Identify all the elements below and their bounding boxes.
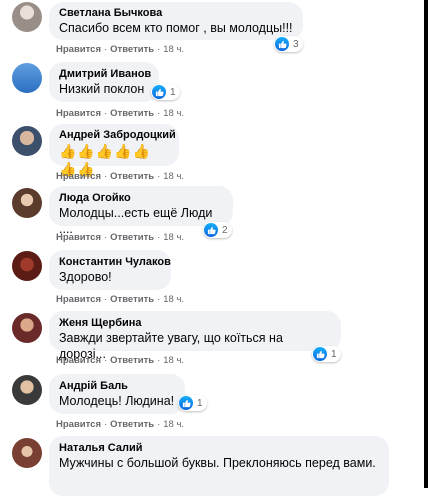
- comment-bubble: Женя Щербина Завжди звертайте увагу, що …: [49, 311, 341, 361]
- separator: ·: [157, 294, 161, 305]
- reply-link[interactable]: Ответить: [110, 232, 154, 243]
- reaction-number: 1: [197, 397, 203, 409]
- comment-actions: Нравится · Ответить · 18 ч.: [56, 355, 184, 366]
- reaction-count[interactable]: 3: [274, 36, 303, 52]
- timestamp-link[interactable]: 18 ч.: [163, 419, 184, 430]
- comment-text: Мужчины с большой буквы. Преклоняюсь пер…: [59, 456, 376, 470]
- comment-actions: Нравится · Ответить · 18 ч.: [56, 294, 184, 305]
- reaction-number: 2: [222, 224, 228, 236]
- avatar[interactable]: [12, 313, 42, 343]
- reply-link[interactable]: Ответить: [110, 44, 154, 55]
- comment-bubble: Андрей Забродоцкий 👍👍👍👍👍👍👍: [49, 124, 179, 177]
- reaction-count[interactable]: 2: [203, 222, 232, 238]
- avatar[interactable]: [12, 375, 42, 405]
- separator: ·: [157, 419, 161, 430]
- separator: ·: [103, 355, 108, 366]
- like-reaction-icon: [152, 85, 166, 99]
- comment-bubble: Люда Огойко Молодцы...есть ещё Люди ....: [49, 186, 233, 236]
- comment-bubble: Дмитрий Иванов Низкий поклон: [49, 62, 159, 102]
- reaction-count[interactable]: 1: [312, 346, 341, 362]
- separator: ·: [103, 108, 108, 119]
- separator: ·: [157, 44, 161, 55]
- like-reaction-icon: [275, 37, 289, 51]
- separator: ·: [157, 355, 161, 366]
- separator: ·: [103, 171, 108, 182]
- comment-actions: Нравится · Ответить · 18 ч.: [56, 108, 184, 119]
- comment-actions: Нравится · Ответить · 18 ч.: [56, 44, 184, 55]
- like-reaction-icon: [204, 223, 218, 237]
- like-reaction-icon: [179, 396, 193, 410]
- timestamp-link[interactable]: 18 ч.: [163, 232, 184, 243]
- separator: ·: [157, 232, 161, 243]
- avatar[interactable]: [12, 126, 42, 156]
- like-reaction-icon: [313, 347, 327, 361]
- avatar[interactable]: [12, 63, 42, 93]
- avatar[interactable]: [12, 251, 42, 281]
- timestamp-link[interactable]: 18 ч.: [163, 294, 184, 305]
- avatar[interactable]: [12, 2, 42, 32]
- timestamp-link[interactable]: 18 ч.: [163, 108, 184, 119]
- separator: ·: [103, 232, 108, 243]
- reaction-count[interactable]: 1: [178, 395, 207, 411]
- comment-author[interactable]: Люда Огойко: [59, 191, 223, 205]
- like-link[interactable]: Нравится: [56, 355, 101, 366]
- reply-link[interactable]: Ответить: [110, 108, 154, 119]
- reaction-number: 3: [293, 38, 299, 50]
- comment-text: Молодець! Людина!: [59, 394, 175, 408]
- comment-author[interactable]: Светлана Бычкова: [59, 6, 293, 20]
- comment-author[interactable]: Дмитрий Иванов: [59, 67, 151, 81]
- like-link[interactable]: Нравится: [56, 44, 101, 55]
- like-link[interactable]: Нравится: [56, 108, 101, 119]
- reaction-count[interactable]: 1: [151, 84, 180, 100]
- avatar[interactable]: [12, 438, 42, 468]
- like-link[interactable]: Нравится: [56, 419, 101, 430]
- comment-author[interactable]: Андрей Забродоцкий: [59, 128, 176, 142]
- comment-actions: Нравится · Ответить · 18 ч.: [56, 419, 184, 430]
- window-edge: [424, 0, 428, 488]
- comment-text: Спасибо всем кто помог , вы молодцы!!!: [59, 21, 293, 35]
- like-link[interactable]: Нравится: [56, 171, 101, 182]
- comment-actions: Нравится · Ответить · 18 ч.: [56, 232, 184, 243]
- separator: ·: [157, 108, 161, 119]
- separator: ·: [157, 171, 161, 182]
- timestamp-link[interactable]: 18 ч.: [163, 44, 184, 55]
- separator: ·: [103, 44, 108, 55]
- comment-bubble: Светлана Бычкова Спасибо всем кто помог …: [49, 2, 303, 40]
- comment-bubble: Наталья Салий Мужчины с большой буквы. П…: [49, 436, 389, 496]
- reaction-number: 1: [331, 348, 337, 360]
- comment-bubble: Константин Чулаков Здорово!: [49, 250, 171, 290]
- reply-link[interactable]: Ответить: [110, 171, 154, 182]
- reply-link[interactable]: Ответить: [110, 294, 154, 305]
- comment-author[interactable]: Андрій Баль: [59, 379, 175, 393]
- timestamp-link[interactable]: 18 ч.: [163, 171, 184, 182]
- comment-author[interactable]: Константин Чулаков: [59, 255, 171, 269]
- separator: ·: [103, 294, 108, 305]
- reaction-number: 1: [170, 86, 176, 98]
- comment-author[interactable]: Женя Щербина: [59, 316, 331, 330]
- comment-text: Низкий поклон: [59, 82, 145, 96]
- like-link[interactable]: Нравится: [56, 294, 101, 305]
- avatar[interactable]: [12, 188, 42, 218]
- comment-bubble: Андрій Баль Молодець! Людина!: [49, 374, 185, 414]
- comment-author[interactable]: Наталья Салий: [59, 441, 379, 455]
- comment-actions: Нравится · Ответить · 18 ч.: [56, 171, 184, 182]
- comment-text: Здорово!: [59, 270, 112, 284]
- like-link[interactable]: Нравится: [56, 232, 101, 243]
- reply-link[interactable]: Ответить: [110, 419, 154, 430]
- separator: ·: [103, 419, 108, 430]
- reply-link[interactable]: Ответить: [110, 355, 154, 366]
- timestamp-link[interactable]: 18 ч.: [163, 355, 184, 366]
